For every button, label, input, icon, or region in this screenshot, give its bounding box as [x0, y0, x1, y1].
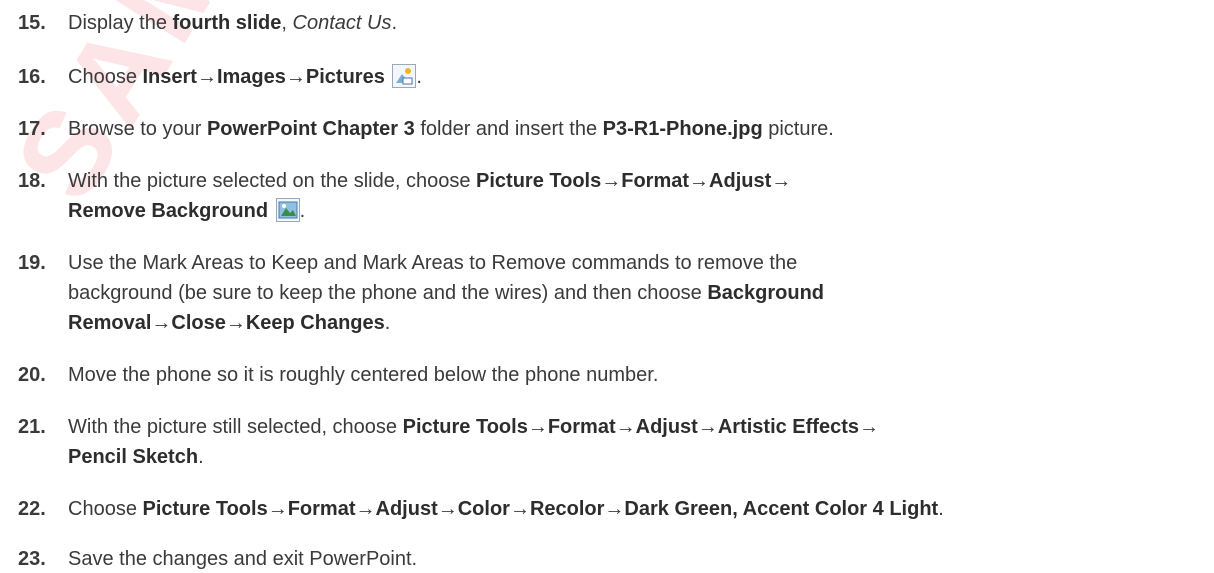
bold-command-text: Remove Background — [68, 200, 269, 222]
arrow-separator: → — [285, 66, 306, 88]
bold-command-text: Picture Tools — [142, 498, 268, 520]
step-19: 19. Use the Mark Areas to Keep and Mark A… — [18, 248, 1210, 338]
step-text: With the picture selected on the slide, … — [68, 166, 1210, 226]
bold-command-text: Format — [621, 170, 690, 192]
step-number: 21. — [18, 416, 46, 438]
bold-command-text: Adjust — [709, 170, 772, 192]
step-17: 17. Browse to your PowerPoint Chapter 3 f… — [18, 114, 1210, 144]
plain-text: . — [938, 498, 944, 520]
step-number: 17. — [18, 118, 46, 140]
step-number: 23. — [18, 548, 46, 570]
arrow-separator: → — [509, 498, 530, 520]
bold-command-text: Removal — [68, 312, 152, 334]
step-text: Display the fourth slide, Contact Us. — [68, 8, 1210, 38]
plain-text: . — [384, 312, 391, 334]
bold-command-text: Close — [171, 312, 226, 334]
pictures-icon — [392, 64, 417, 88]
step-text: Choose Insert→Images→Pictures . — [68, 62, 1210, 92]
plain-text: , — [281, 12, 293, 34]
step-21: 21. With the picture still selected, choo… — [18, 412, 1210, 472]
arrow-separator: → — [196, 66, 217, 88]
bold-command-text: Images — [216, 66, 286, 88]
arrow-separator: → — [527, 416, 548, 438]
step-text: Browse to your PowerPoint Chapter 3 fold… — [68, 114, 1210, 144]
step-number: 15. — [18, 12, 46, 34]
step-number: 18. — [18, 170, 46, 192]
bold-command-text: Background — [707, 282, 825, 304]
arrow-separator: → — [151, 312, 172, 334]
bold-command-text: Adjust — [635, 416, 698, 438]
bold-command-text: Recolor — [529, 498, 605, 520]
plain-text: picture. — [762, 118, 834, 140]
step-text: With the picture still selected, choose … — [68, 412, 1210, 472]
bold-command-text: Dark Green, Accent Color 4 Light — [624, 498, 939, 520]
plain-text: Save the changes and exit PowerPoint. — [68, 548, 418, 570]
arrow-separator: → — [601, 170, 622, 192]
bold-command-text: fourth slide — [172, 12, 282, 34]
step-20: 20. Move the phone so it is roughly cente… — [18, 360, 1210, 390]
step-text: Choose Picture Tools→Format→Adjust→Color… — [68, 494, 1210, 524]
arrow-separator: → — [689, 170, 710, 192]
step-23: 23. Save the changes and exit PowerPoint. — [18, 544, 1210, 573]
bold-command-text: Adjust — [375, 498, 438, 520]
arrow-separator: → — [267, 498, 288, 520]
bold-command-text: Color — [457, 498, 510, 520]
plain-text: Move the phone so it is roughly centered… — [68, 364, 659, 386]
plain-text: With the picture selected on the slide, … — [68, 170, 477, 192]
italic-text: Contact Us — [292, 12, 392, 34]
bold-command-text: Format — [547, 416, 616, 438]
arrow-separator: → — [225, 312, 246, 334]
arrow-separator: → — [355, 498, 376, 520]
remove-background-icon — [275, 198, 300, 222]
arrow-separator: → — [859, 416, 879, 438]
arrow-separator: → — [437, 498, 458, 520]
step-18: 18. With the picture selected on the slid… — [18, 166, 1210, 226]
step-number: 22. — [18, 498, 46, 520]
bold-command-text: Pencil Sketch — [68, 446, 199, 468]
bold-command-text: P3-R1-Phone.jpg — [602, 118, 763, 140]
step-number: 19. — [18, 252, 46, 274]
plain-text: background (be sure to keep the phone an… — [68, 282, 708, 304]
plain-text: With the picture still selected, choose — [68, 416, 403, 438]
step-16: 16. Choose Insert→Images→Pictures . — [18, 62, 1210, 92]
bold-command-text: Picture Tools — [476, 170, 602, 192]
bold-command-text: Picture Tools — [402, 416, 528, 438]
bold-command-text: Artistic Effects — [717, 416, 859, 438]
plain-text: Display the — [68, 12, 173, 34]
bold-command-text: Insert — [142, 66, 197, 88]
step-number: 20. — [18, 364, 46, 386]
plain-text: . — [416, 66, 422, 88]
plain-text: . — [391, 12, 398, 34]
plain-text: Browse to your — [68, 118, 207, 140]
step-text: Save the changes and exit PowerPoint. — [68, 544, 1210, 573]
step-22: 22. Choose Picture Tools→Format→Adjust→Co… — [18, 494, 1210, 524]
plain-text: Use the Mark Areas to Keep and Mark Area… — [68, 252, 798, 274]
step-text: Move the phone so it is roughly centered… — [68, 360, 1210, 390]
arrow-separator: → — [604, 498, 625, 520]
step-15: 15. Display the fourth slide, Contact Us. — [18, 8, 1210, 38]
plain-text: Choose — [68, 66, 143, 88]
plain-text: . — [198, 446, 204, 468]
bold-command-text: Format — [287, 498, 356, 520]
step-text: Use the Mark Areas to Keep and Mark Area… — [68, 248, 1210, 338]
bold-command-text: Keep Changes — [245, 312, 385, 334]
plain-text — [385, 66, 391, 88]
plain-text — [268, 200, 274, 222]
step-number: 16. — [18, 66, 46, 88]
arrow-separator: → — [771, 170, 792, 192]
plain-text: folder and insert the — [414, 118, 603, 140]
plain-text: Choose — [68, 498, 143, 520]
bold-command-text: Pictures — [305, 66, 385, 88]
arrow-separator: → — [697, 416, 718, 438]
plain-text: . — [299, 200, 306, 222]
bold-command-text: PowerPoint Chapter 3 — [206, 118, 415, 140]
arrow-separator: → — [615, 416, 636, 438]
